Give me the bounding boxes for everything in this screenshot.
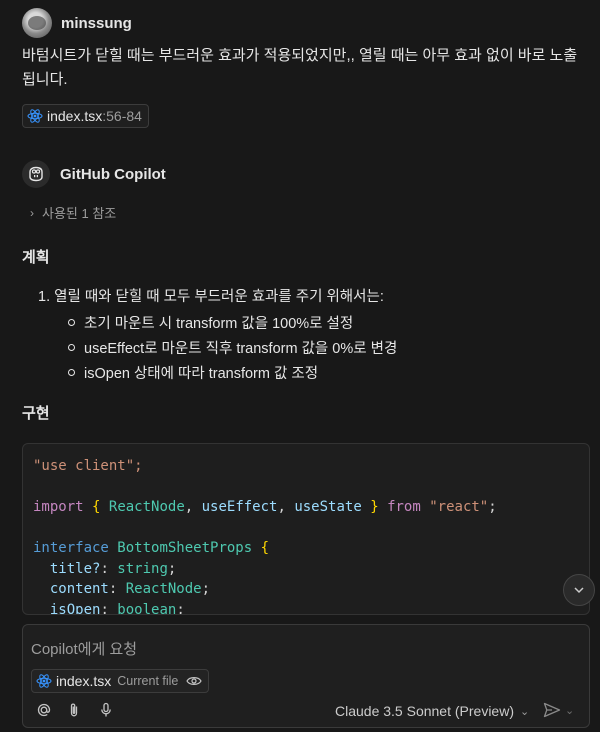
eye-icon[interactable] (186, 675, 203, 687)
chevron-right-icon: › (30, 205, 34, 220)
user-name: minssung (61, 14, 132, 32)
reference-lines: :56-84 (102, 108, 142, 124)
user-message: 바텀시트가 닫힐 때는 부드러운 효과가 적용되었지만,, 열릴 때는 아무 효… (22, 47, 578, 88)
copilot-header: GitHub Copilot (22, 160, 166, 188)
used-references-label: 사용된 1 참조 (42, 206, 117, 221)
user-header: minssung (22, 8, 132, 38)
code-line: title?: string; (49, 560, 177, 577)
code-line: isOpen: boolean; (49, 601, 185, 615)
chevron-down-icon (574, 587, 584, 594)
used-references-toggle[interactable]: › 사용된 1 참조 (30, 203, 116, 222)
list-item: isOpen 상태에 따라 transform 값 조정 (68, 360, 397, 385)
list-item: 초기 마운트 시 transform 값을 100%로 설정 (68, 310, 397, 335)
avatar (22, 8, 52, 38)
chat-input-placeholder[interactable]: Copilot에게 요청 (31, 638, 137, 659)
bullet (68, 319, 75, 326)
bullet (68, 344, 75, 351)
bullet (68, 369, 75, 376)
plan-heading: 계획 (22, 249, 50, 266)
model-name: Claude 3.5 Sonnet (Preview) (335, 703, 514, 719)
code-line: interface BottomSheetProps { (33, 540, 270, 556)
react-icon (36, 674, 52, 688)
send-icon (543, 702, 561, 718)
current-file-name: index.tsx (56, 673, 112, 689)
copilot-icon (22, 160, 50, 188)
send-button[interactable]: ⌄ (543, 702, 574, 718)
plan-list-item: 1. 열릴 때와 닫힐 때 모두 부드러운 효과를 주기 위해서는: (38, 289, 384, 305)
plan-sublist: 초기 마운트 시 transform 값을 100%로 설정 useEffect… (68, 310, 397, 385)
copilot-name: GitHub Copilot (60, 165, 166, 183)
current-file-tag: Current file (117, 674, 179, 688)
chat-input-box[interactable]: Copilot에게 요청 index.tsx Current file Clau… (22, 624, 590, 728)
microphone-icon[interactable] (97, 701, 115, 719)
reference-chip[interactable]: index.tsx :56-84 (22, 104, 149, 128)
list-item: useEffect로 마운트 직후 transform 값을 0%로 변경 (68, 335, 397, 360)
reference-file: index.tsx (47, 108, 103, 124)
current-file-chip[interactable]: index.tsx Current file (31, 669, 210, 693)
chevron-down-icon: ⌄ (520, 705, 530, 718)
code-line: "use client"; (33, 458, 143, 474)
model-select[interactable]: Claude 3.5 Sonnet (Preview) ⌄ (335, 703, 529, 719)
react-icon (27, 109, 43, 123)
code-block[interactable]: "use client"; import { ReactNode, useEff… (22, 443, 590, 615)
mention-icon[interactable] (35, 701, 53, 719)
code-line: content: ReactNode; (49, 581, 211, 597)
chevron-down-icon[interactable]: ⌄ (565, 704, 574, 717)
attach-icon[interactable] (65, 701, 83, 719)
implementation-heading: 구현 (22, 405, 50, 422)
code-line: import { ReactNode, useEffect, useState … (33, 499, 497, 515)
scroll-down-button[interactable] (563, 574, 595, 606)
